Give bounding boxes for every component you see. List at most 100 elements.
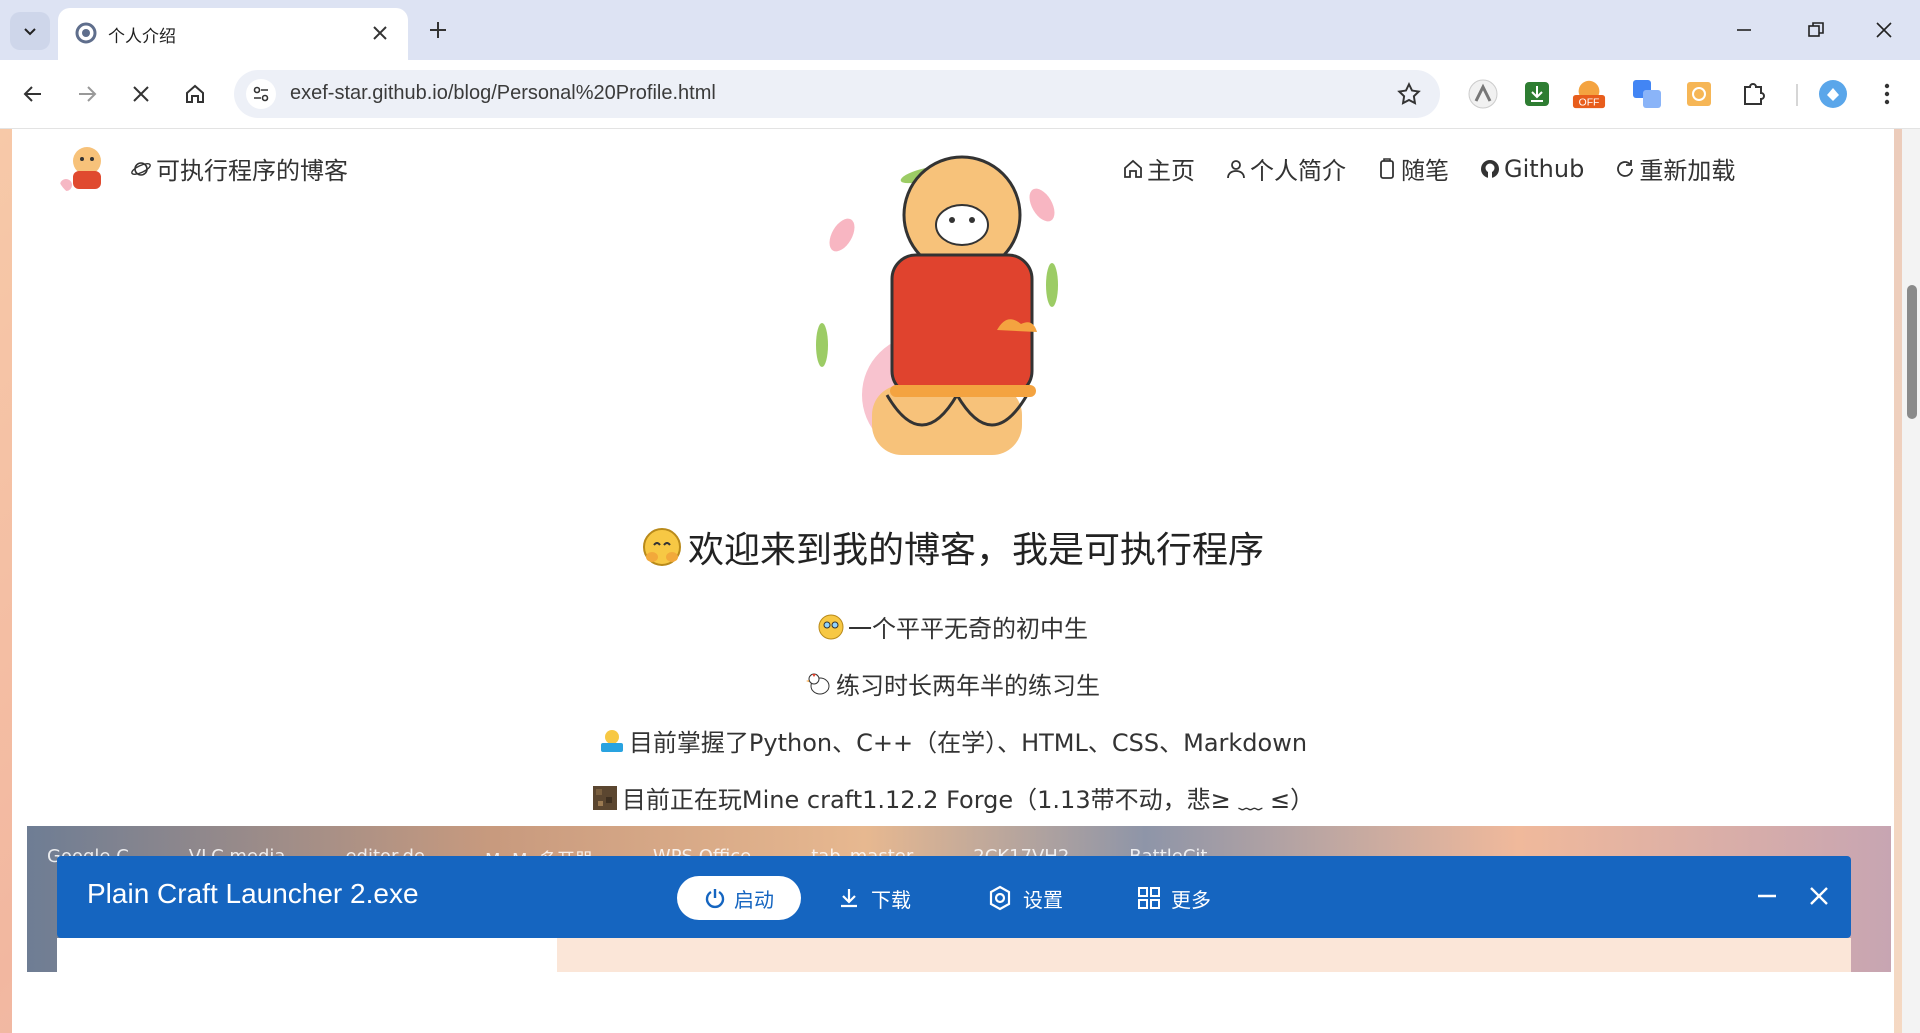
tune-icon [253, 86, 269, 102]
intro-line-2-text: 练习时长两年半的练习生 [836, 672, 1100, 700]
welcome-heading: 欢迎来到我的博客，我是可执行程序 [12, 521, 1894, 573]
extensions-button[interactable] [1736, 77, 1770, 111]
forward-button[interactable] [70, 77, 104, 111]
hero-bear-image [816, 155, 1058, 455]
launcher-minimize-button[interactable] [1751, 880, 1783, 912]
download-label: 下载 [871, 887, 911, 912]
loading-spinner-icon [75, 22, 97, 44]
bookmark-star-icon[interactable] [1396, 81, 1422, 107]
arrow-left-icon [23, 86, 41, 102]
home-button[interactable] [178, 77, 212, 111]
profile-button[interactable] [1816, 77, 1850, 111]
stop-loading-button[interactable] [124, 77, 158, 111]
settings-tab[interactable]: 设置 [987, 876, 1063, 920]
nerd-face-emoji-icon [818, 614, 844, 639]
new-tab-icon[interactable] [424, 16, 452, 44]
profile-avatar-icon [1819, 80, 1847, 108]
launcher-screenshot: Google C VLC media editor.de MuMu多开器 WPS… [27, 826, 1891, 972]
menu-button[interactable] [1870, 77, 1904, 111]
off-toggle-extension[interactable]: OFF [1572, 77, 1606, 111]
more-label: 更多 [1171, 887, 1211, 912]
tab-title: 个人介绍 [108, 27, 176, 47]
back-button[interactable] [16, 77, 50, 111]
reload-icon [1617, 159, 1634, 177]
intro-line-3: 目前掌握了Python、C++（在学）、HTML、CSS、Markdown [12, 723, 1894, 758]
browser-tab[interactable]: 个人介绍 [58, 8, 408, 60]
site-logo[interactable] [56, 137, 118, 199]
launcher-title: Plain Craft Launcher 2.exe [87, 878, 419, 909]
nav-notes[interactable]: 随笔 [1376, 151, 1449, 186]
planet-icon [131, 161, 151, 176]
launch-button[interactable]: 启动 [677, 876, 801, 920]
nav-notes-label: 随笔 [1401, 157, 1449, 185]
intro-line-1: 一个平平无奇的初中生 [12, 609, 1894, 644]
more-tab[interactable]: 更多 [1137, 876, 1211, 920]
restore-icon [1808, 22, 1824, 37]
screenshot-icon [1687, 82, 1711, 106]
user-icon [1227, 159, 1245, 178]
home-icon [186, 84, 204, 103]
off-toggle-icon: OFF [1572, 80, 1606, 108]
toolbar-divider [1796, 84, 1798, 106]
download-tab[interactable]: 下载 [837, 876, 911, 920]
launch-label: 启动 [734, 887, 774, 912]
github-icon [1481, 159, 1499, 178]
download-icon [1525, 82, 1549, 106]
home-icon [1124, 159, 1142, 178]
page-scrollbar[interactable] [1902, 129, 1920, 1033]
minimize-icon [1737, 29, 1751, 31]
close-window-button[interactable] [1864, 14, 1904, 46]
extensions-puzzle-icon [1744, 83, 1765, 105]
launcher-sidebar [57, 938, 557, 972]
browser-toolbar: exef-star.github.io/blog/Personal%20Prof… [0, 60, 1920, 129]
intro-line-4: 目前正在玩Mine craft1.12.2 Forge（1.13带不动，悲≥ ﹏… [12, 780, 1894, 815]
intro-line-1-text: 一个平平无奇的初中生 [848, 615, 1088, 643]
site-nav: 主页 个人简介 随笔 Github 重新加载 [1122, 151, 1735, 186]
close-icon [1876, 22, 1892, 38]
screenshot-extension[interactable] [1682, 77, 1716, 111]
intro-line-3-text: 目前掌握了Python、C++（在学）、HTML、CSS、Markdown [628, 729, 1308, 757]
chevron-down-icon [24, 28, 36, 36]
intro-line-2: 练习时长两年半的练习生 [12, 666, 1894, 701]
address-bar[interactable]: exef-star.github.io/blog/Personal%20Prof… [234, 70, 1440, 118]
more-vert-icon [1884, 83, 1890, 105]
restore-window-button[interactable] [1796, 14, 1836, 46]
nav-github[interactable]: Github [1479, 151, 1584, 186]
launcher-titlebar: Plain Craft Launcher 2.exe 启动 下载 设置 更多 [57, 856, 1851, 938]
svg-text:OFF: OFF [1579, 97, 1600, 108]
wappalyzer-icon [1468, 79, 1498, 109]
stop-icon [133, 86, 149, 102]
nav-profile-label: 个人简介 [1250, 157, 1346, 185]
nav-reload[interactable]: 重新加载 [1614, 151, 1735, 186]
download-extension[interactable] [1520, 77, 1554, 111]
url-text[interactable]: exef-star.github.io/blog/Personal%20Prof… [290, 82, 716, 105]
intro-line-4-text: 目前正在玩Mine craft1.12.2 Forge（1.13带不动，悲≥ ﹏… [621, 786, 1315, 814]
power-icon [705, 889, 725, 909]
nav-profile[interactable]: 个人简介 [1225, 151, 1346, 186]
site-title[interactable]: 可执行程序的博客 [130, 151, 348, 186]
nav-home-label: 主页 [1147, 157, 1195, 185]
launcher-close-button[interactable] [1803, 880, 1835, 912]
close-icon [1810, 887, 1828, 905]
download-icon [841, 889, 857, 908]
grid-icon [1138, 887, 1160, 909]
translate-icon [1633, 80, 1661, 108]
site-info-button[interactable] [246, 79, 276, 109]
settings-label: 设置 [1023, 887, 1063, 912]
close-icon[interactable] [368, 21, 392, 45]
settings-gear-icon [989, 885, 1011, 911]
notes-icon [1380, 157, 1394, 179]
wappalyzer-extension[interactable] [1466, 77, 1500, 111]
scroll-thumb[interactable] [1907, 285, 1917, 419]
translate-extension[interactable] [1630, 77, 1664, 111]
nav-reload-label: 重新加载 [1639, 157, 1736, 185]
nav-home[interactable]: 主页 [1122, 151, 1195, 186]
page: 可执行程序的博客 主页 个人简介 随笔 Github 重新加载 欢迎来到我的博客… [12, 129, 1894, 1033]
hugging-face-emoji-icon [642, 528, 681, 566]
tab-search-button[interactable] [10, 12, 50, 50]
minimize-window-button[interactable] [1724, 14, 1764, 46]
welcome-text: 欢迎来到我的博客，我是可执行程序 [687, 530, 1264, 571]
chicken-emoji-icon [806, 673, 830, 694]
nav-github-label: Github [1504, 154, 1585, 183]
site-title-text: 可执行程序的博客 [156, 157, 348, 185]
